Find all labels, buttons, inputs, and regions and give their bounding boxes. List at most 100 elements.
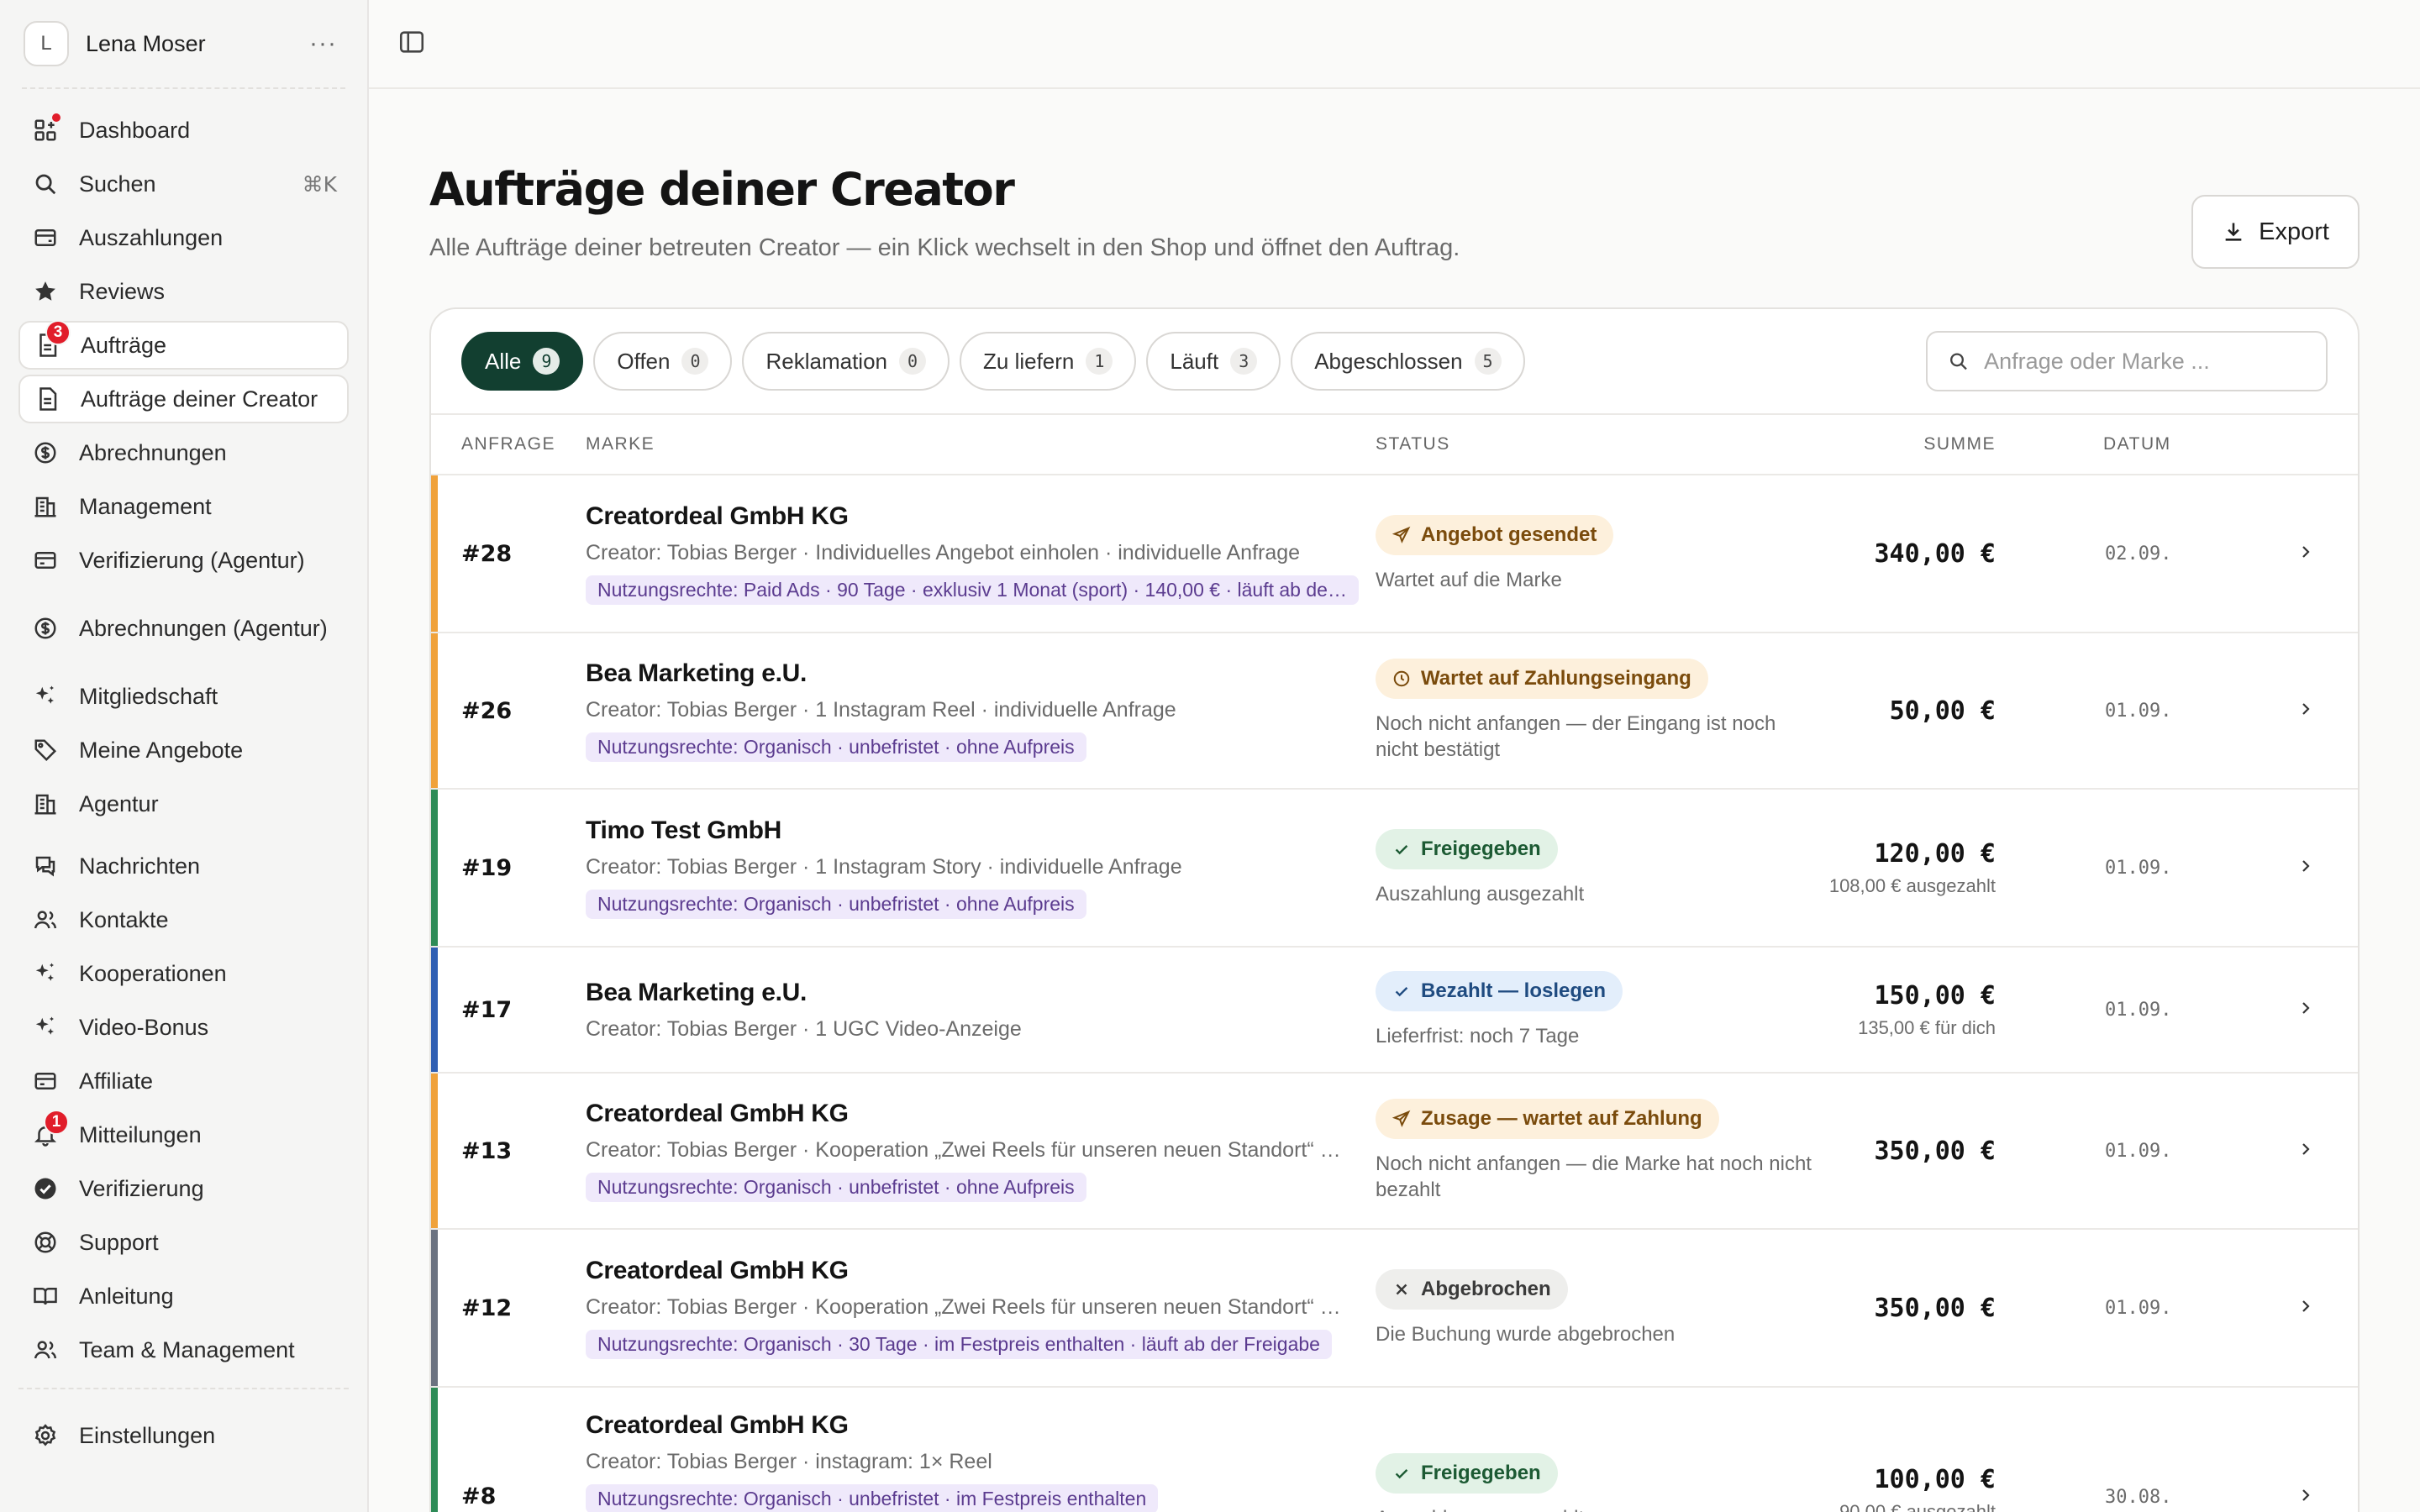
sidebar-item-my-offers[interactable]: Meine Angebote — [18, 726, 349, 774]
keyboard-shortcut: ⌘K — [302, 171, 337, 197]
column-header-request[interactable]: Anfrage — [431, 434, 586, 454]
status-badge: Wartet auf Zahlungseingang — [1376, 659, 1708, 699]
filter-count: 1 — [1086, 348, 1113, 375]
sidebar-item-collabs[interactable]: Kooperationen — [18, 949, 349, 998]
tag-icon — [30, 735, 60, 765]
filter-completed[interactable]: Abgeschlossen 5 — [1291, 332, 1525, 391]
table-row[interactable]: #13 Creatordeal GmbH KG Creator: Tobias … — [431, 1074, 2358, 1230]
user-menu[interactable]: L Lena Moser ··· — [18, 18, 349, 69]
filter-complaint[interactable]: Reklamation 0 — [742, 332, 950, 391]
sidebar-item-agency[interactable]: Agentur — [18, 780, 349, 828]
status-badge: Zusage — wartet auf Zahlung — [1376, 1099, 1719, 1139]
chevron-right-icon[interactable] — [2296, 856, 2316, 880]
filter-all[interactable]: Alle 9 — [461, 332, 584, 391]
sidebar-item-contacts[interactable]: Kontakte — [18, 895, 349, 944]
sidebar-item-label: Mitteilungen — [79, 1122, 202, 1147]
sidebar-item-label: Video-Bonus — [79, 1015, 209, 1040]
sparkles-icon — [30, 958, 60, 989]
chevron-right-icon[interactable] — [2296, 699, 2316, 723]
check-icon — [1395, 986, 1408, 996]
sidebar-item-team[interactable]: Team & Management — [18, 1326, 349, 1374]
user-name: Lena Moser — [86, 30, 206, 56]
main-content: Aufträge deiner Creator Alle Aufträge de… — [369, 0, 2420, 1512]
column-header-status[interactable]: Status — [1376, 434, 1812, 454]
sparkles-icon — [30, 681, 60, 711]
sidebar-item-label: Aufträge deiner Creator — [81, 386, 318, 412]
sidebar-item-label: Abrechnungen (Agentur) — [79, 616, 328, 641]
check-icon — [1395, 844, 1408, 854]
sidebar-item-billing[interactable]: Abrechnungen — [18, 428, 349, 477]
export-button[interactable]: Export — [2191, 195, 2360, 269]
brand-name: Creatordeal GmbH KG — [586, 1411, 849, 1439]
filter-open[interactable]: Offen 0 — [593, 332, 733, 391]
amount: 350,00 € — [1874, 1293, 1996, 1323]
sidebar-item-label: Affiliate — [79, 1068, 154, 1094]
sidebar-toggle-icon[interactable] — [397, 28, 426, 60]
sidebar-item-video-bonus[interactable]: Video-Bonus — [18, 1003, 349, 1052]
usage-rights-tag: Nutzungsrechte: Organisch · unbefristet … — [586, 1484, 1159, 1512]
chevron-right-icon[interactable] — [2296, 542, 2316, 566]
orders-card: Alle 9 Offen 0 Reklamation 0 Zu liefern … — [429, 307, 2360, 1512]
table-row[interactable]: #12 Creatordeal GmbH KG Creator: Tobias … — [431, 1230, 2358, 1388]
table-row[interactable]: #26 Bea Marketing e.U. Creator: Tobias B… — [431, 633, 2358, 790]
sidebar-item-affiliate[interactable]: Affiliate — [18, 1057, 349, 1105]
filter-running[interactable]: Läuft 3 — [1146, 332, 1281, 391]
sidebar-item-verification[interactable]: Verifizierung — [18, 1164, 349, 1213]
sidebar-item-label: Auszahlungen — [79, 225, 224, 250]
sidebar-item-membership[interactable]: Mitgliedschaft — [18, 672, 349, 721]
sidebar-item-settings[interactable]: Einstellungen — [18, 1411, 349, 1460]
sidebar-item-verify-agency[interactable]: Verifizierung (Agentur) — [18, 536, 349, 585]
filter-count: 0 — [899, 348, 926, 375]
sidebar-item-label: Nachrichten — [79, 853, 201, 879]
sidebar-item-messages[interactable]: Nachrichten — [18, 842, 349, 890]
filter-label: Alle — [485, 348, 522, 374]
building-icon — [30, 491, 60, 522]
amount: 120,00 € — [1874, 838, 1996, 869]
sidebar-item-management[interactable]: Management — [18, 482, 349, 531]
table-row[interactable]: #17 Bea Marketing e.U. Creator: Tobias B… — [431, 948, 2358, 1074]
lifebuoy-icon — [30, 1227, 60, 1257]
request-id: #12 — [461, 1294, 513, 1321]
status-stripe — [431, 1388, 438, 1512]
sidebar-item-search[interactable]: Suchen ⌘K — [18, 160, 349, 208]
sidebar-item-support[interactable]: Support — [18, 1218, 349, 1267]
table-row[interactable]: #8 Creatordeal GmbH KG Creator: Tobias B… — [431, 1388, 2358, 1512]
table-header: Anfrage Marke Status Summe Datum — [431, 415, 2358, 475]
dashboard-icon — [30, 112, 62, 145]
status-stripe — [431, 1074, 438, 1228]
sidebar-item-billing-agency[interactable]: Abrechnungen (Agentur) — [18, 590, 349, 667]
order-meta: Creator: Tobias Berger · instagram: 1× R… — [586, 1450, 992, 1473]
column-header-brand[interactable]: Marke — [586, 434, 1376, 454]
table-row[interactable]: #19 Timo Test GmbH Creator: Tobias Berge… — [431, 790, 2358, 948]
sidebar-item-notifications[interactable]: 1 Mitteilungen — [18, 1110, 349, 1159]
chevron-right-icon[interactable] — [2296, 1485, 2316, 1509]
status-stripe — [431, 1230, 438, 1386]
column-header-sum[interactable]: Summe — [1812, 434, 1996, 454]
sidebar-item-dashboard[interactable]: Dashboard — [18, 106, 349, 155]
sidebar-item-payouts[interactable]: Auszahlungen — [18, 213, 349, 262]
status-note: Wartet auf die Marke — [1376, 568, 1562, 591]
chevron-right-icon[interactable] — [2296, 1296, 2316, 1320]
amount: 150,00 € — [1874, 980, 1996, 1011]
notification-dot — [50, 112, 62, 123]
filter-to-deliver[interactable]: Zu liefern 1 — [960, 332, 1137, 391]
status-badge: Abgebrochen — [1376, 1268, 1568, 1310]
brand-name: Creatordeal GmbH KG — [586, 502, 849, 530]
search-input[interactable] — [1984, 348, 2306, 375]
sidebar-item-reviews[interactable]: Reviews — [18, 267, 349, 316]
column-header-date[interactable]: Datum — [1996, 434, 2170, 454]
request-id: #19 — [461, 854, 513, 881]
order-meta: Creator: Tobias Berger · 1 Instagram Ree… — [586, 698, 1176, 722]
sidebar-item-orders[interactable]: 3 Aufträge — [18, 320, 349, 370]
sparkles-icon — [30, 1012, 60, 1042]
sidebar-item-creator-orders[interactable]: Aufträge deiner Creator — [18, 375, 349, 423]
divider — [22, 87, 345, 89]
filter-label: Läuft — [1170, 348, 1219, 374]
chevron-right-icon[interactable] — [2296, 1139, 2316, 1163]
more-options-icon[interactable]: ··· — [309, 29, 337, 58]
sidebar-item-label: Suchen — [79, 171, 156, 197]
chevron-right-icon[interactable] — [2296, 998, 2316, 1022]
table-row[interactable]: #28 Creatordeal GmbH KG Creator: Tobias … — [431, 475, 2358, 633]
filter-label: Offen — [617, 348, 671, 374]
sidebar-item-guide[interactable]: Anleitung — [18, 1272, 349, 1320]
